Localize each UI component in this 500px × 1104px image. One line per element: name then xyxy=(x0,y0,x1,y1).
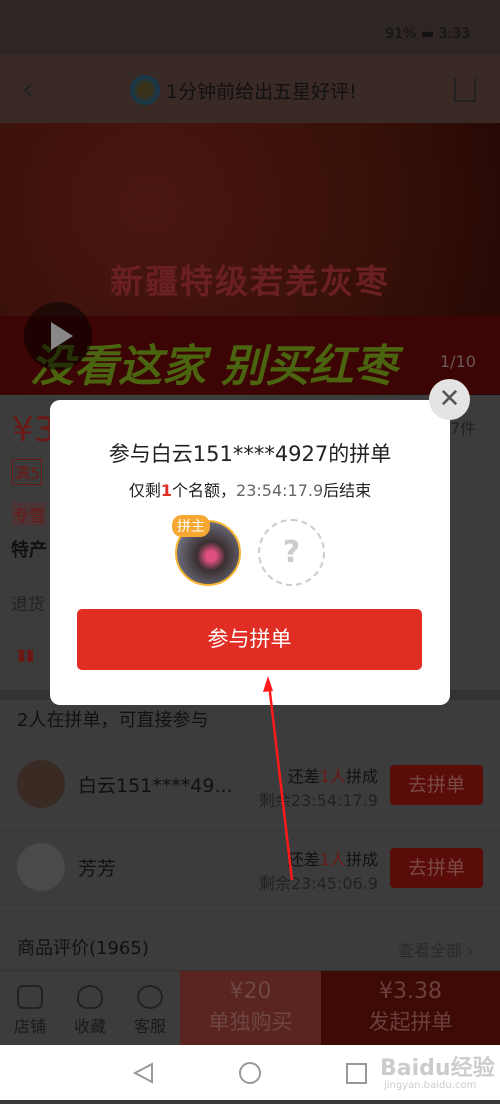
battery-level: 91% xyxy=(385,26,417,42)
empty-slot: ? xyxy=(258,519,325,586)
service-button[interactable]: 客服 xyxy=(120,971,180,1046)
bottom-bar: 店铺 收藏 客服 ¥20 单独购买 ¥3.38 发起拼单 xyxy=(0,970,500,1046)
store-icon xyxy=(17,985,43,1009)
modal-title: 参与白云151****4927的拼单 xyxy=(108,442,392,466)
group-row: 芳芳 还差1人拼成 剩余23:45:06.9 去拼单 xyxy=(0,826,500,909)
close-icon[interactable]: ✕ xyxy=(429,379,470,420)
host-badge: 拼主 xyxy=(172,515,210,537)
join-group-button[interactable]: 去拼单 xyxy=(390,848,483,888)
shop-logo xyxy=(130,75,160,105)
clock: 3:33 xyxy=(438,26,470,42)
group-need: 还差1人拼成 xyxy=(287,850,378,869)
back-nav-icon[interactable] xyxy=(132,1062,153,1084)
play-icon[interactable] xyxy=(24,302,92,370)
join-group-modal: 参与白云151****4927的拼单 仅剩1个名额，23:54:17.9后结束 … xyxy=(50,400,450,705)
start-group-button[interactable]: ¥3.38 发起拼单 xyxy=(321,971,500,1046)
group-leader-name: 白云151****49... xyxy=(78,775,233,797)
share-icon[interactable] xyxy=(454,78,476,102)
watermark-url: jingyan.baidu.com xyxy=(384,1080,477,1091)
banner-line1: 新疆特级若羌灰枣 xyxy=(110,262,390,301)
bar-chart-icon: ▮▮ xyxy=(17,645,35,664)
home-nav-icon[interactable] xyxy=(239,1062,261,1084)
join-group-confirm-button[interactable]: 参与拼单 xyxy=(77,609,422,670)
promo-tag[interactable]: 满5 xyxy=(12,459,43,485)
group-remaining-time: 剩余23:45:06.9 xyxy=(258,874,378,893)
group-section-title: 2人在拼单，可直接参与 xyxy=(17,710,209,731)
avatar xyxy=(17,760,65,808)
store-tag: 专营 xyxy=(12,502,47,526)
header-title: 1分钟前给出五星好评! xyxy=(130,75,357,105)
group-need: 还差1人拼成 xyxy=(287,767,378,786)
buy-alone-button[interactable]: ¥20 单独购买 xyxy=(180,971,321,1046)
heart-icon xyxy=(77,985,103,1009)
status-icons: 91% ▬ 3:33 xyxy=(385,26,470,42)
product-title: 特产 xyxy=(11,540,47,561)
recents-nav-icon[interactable] xyxy=(346,1063,367,1084)
reviews-title: 商品评价(1965) xyxy=(17,938,149,959)
returns-row[interactable]: 退货 xyxy=(11,590,45,615)
view-all-reviews[interactable]: 查看全部 › xyxy=(398,937,474,961)
group-leader-name: 芳芳 xyxy=(78,858,117,880)
price: ¥3 xyxy=(12,410,56,450)
header-title-text: 1分钟前给出五星好评! xyxy=(166,80,357,103)
favorite-button[interactable]: 收藏 xyxy=(60,971,120,1046)
chat-icon xyxy=(137,985,163,1009)
avatar xyxy=(17,843,65,891)
join-group-button[interactable]: 去拼单 xyxy=(390,765,483,805)
image-pager: 1/10 xyxy=(440,352,476,371)
modal-subtitle: 仅剩1个名额，23:54:17.9后结束 xyxy=(128,481,372,500)
back-icon[interactable]: ‹ xyxy=(22,72,34,107)
shop-button[interactable]: 店铺 xyxy=(0,971,60,1046)
status-bar: 91% ▬ 3:33 xyxy=(0,0,500,55)
group-row: 白云151****49... 还差1人拼成 剩余23:54:17.9 去拼单 xyxy=(0,743,500,826)
watermark-logo: Baidu经验 xyxy=(380,1056,495,1081)
group-remaining-time: 剩余23:54:17.9 xyxy=(258,791,378,810)
